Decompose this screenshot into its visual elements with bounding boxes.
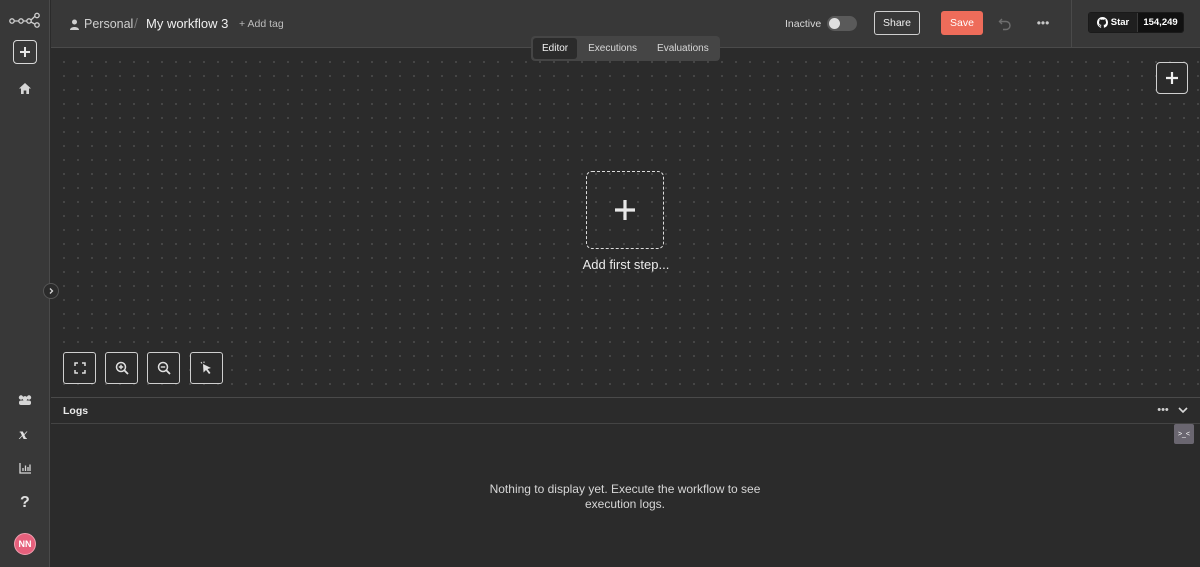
breadcrumb-separator: / [134,15,138,31]
n8n-logo[interactable] [9,12,41,28]
logs-empty-message: Nothing to display yet. Execute the work… [489,482,761,511]
zoom-in-button[interactable] [105,352,138,384]
tidy-up-button[interactable] [190,352,223,384]
variables-icon[interactable]: x [15,424,35,444]
logs-header[interactable]: Logs ••• [51,398,1200,424]
home-icon[interactable] [15,78,35,98]
logs-panel: Logs ••• >_< Nothing to display yet. Exe… [51,397,1200,567]
terminal-icon[interactable]: >_< [1174,424,1194,444]
open-nodes-panel-button[interactable] [1156,62,1188,94]
plus-icon [615,200,635,220]
more-options-icon[interactable]: ••• [1035,15,1051,31]
plus-icon [20,47,30,57]
tidy-up-icon [200,361,211,374]
templates-icon[interactable] [15,390,35,410]
zoom-out-icon [157,361,171,375]
tab-evaluations[interactable]: Evaluations [648,38,718,59]
github-icon [1096,17,1108,28]
chevron-right-icon [49,288,54,294]
fit-view-button[interactable] [63,352,96,384]
add-first-step-label: Add first step... [582,257,670,272]
undo-icon[interactable] [997,15,1013,31]
toggle-knob [829,18,840,29]
github-star: Star [1089,13,1138,32]
add-tag-button[interactable]: + Add tag [239,18,284,30]
sidebar-collapse-button[interactable] [43,283,59,299]
share-button[interactable]: Share [874,11,920,35]
logs-title: Logs [63,405,89,417]
fit-view-icon [73,362,86,374]
avatar[interactable]: NN [14,533,36,555]
tab-executions[interactable]: Executions [579,38,646,59]
help-icon[interactable]: ? [15,491,35,511]
github-star-label: Star [1110,17,1130,28]
plus-icon [1166,72,1178,84]
workflow-canvas[interactable]: Editor Executions Evaluations Add first … [51,36,1200,397]
github-star-count: 154,249 [1138,13,1183,32]
create-new-button[interactable] [13,40,37,64]
breadcrumb-owner[interactable]: Personal [70,17,133,31]
divider [1071,0,1072,48]
workflow-status-label: Inactive [785,18,822,30]
svg-text:x: x [18,427,28,441]
add-first-step-button[interactable] [586,171,664,249]
save-button[interactable]: Save [941,11,983,35]
svg-text:?: ? [20,494,30,509]
user-icon [70,19,79,30]
zoom-out-button[interactable] [147,352,180,384]
tab-editor[interactable]: Editor [533,38,578,59]
workflow-name[interactable]: My workflow 3 [146,16,228,31]
insights-icon[interactable] [15,458,35,478]
github-star-button[interactable]: Star 154,249 [1088,12,1184,33]
sidebar: x ? NN [0,0,50,567]
chevron-down-icon[interactable] [1176,403,1190,417]
logs-more-icon[interactable]: ••• [1156,403,1170,417]
zoom-in-icon [115,361,129,375]
view-tabs: Editor Executions Evaluations [531,36,720,61]
activate-toggle[interactable] [827,16,857,31]
breadcrumb-owner-label: Personal [84,17,134,31]
